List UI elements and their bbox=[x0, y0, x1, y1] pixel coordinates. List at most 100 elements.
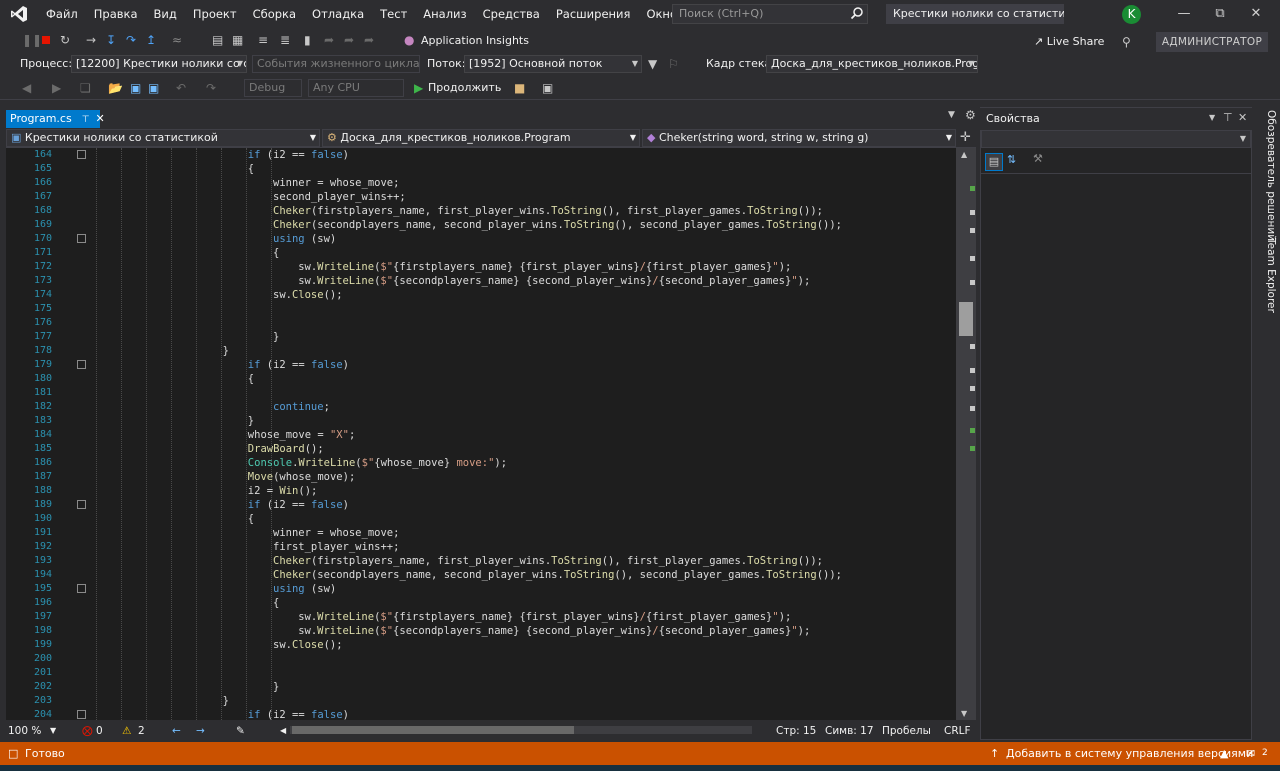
prev-bookmark-icon[interactable]: ➦ bbox=[324, 28, 334, 52]
close-icon[interactable]: ✕ bbox=[1238, 111, 1247, 124]
tab-list-chevron-icon[interactable]: ▼ bbox=[948, 110, 955, 120]
step-into-icon[interactable]: ↧ bbox=[106, 28, 116, 52]
show-next-statement-icon[interactable]: → bbox=[86, 28, 96, 52]
pin-icon[interactable]: ⊤ bbox=[1223, 111, 1233, 124]
collapse-region-icon[interactable] bbox=[77, 234, 86, 243]
next-bookmark-icon[interactable]: ➦ bbox=[344, 28, 354, 52]
scroll-left-icon[interactable]: ◀ bbox=[280, 720, 286, 742]
source-control-button[interactable]: Добавить в систему управления версиями bbox=[1006, 742, 1253, 765]
new-project-icon[interactable]: ❏ bbox=[80, 76, 91, 100]
account-avatar[interactable]: K bbox=[1122, 5, 1141, 24]
code-line[interactable]: using (sw) bbox=[273, 582, 336, 596]
stop-icon[interactable] bbox=[42, 36, 50, 44]
code-line[interactable]: first_player_wins++; bbox=[273, 540, 399, 554]
zoom-level[interactable]: 100 % bbox=[8, 720, 41, 742]
whitespace-indicator[interactable]: Пробелы bbox=[882, 720, 931, 742]
visual-studio-logo-icon[interactable] bbox=[0, 0, 38, 28]
warning-icon[interactable]: ⚠ bbox=[122, 720, 131, 742]
line-indicator[interactable]: Стр: 15 bbox=[776, 720, 816, 742]
close-button[interactable]: ✕ bbox=[1238, 0, 1274, 28]
next-issue-icon[interactable]: → bbox=[196, 720, 205, 742]
code-line[interactable]: DrawBoard(); bbox=[248, 442, 324, 456]
code-line[interactable]: sw.WriteLine($"{firstplayers_name} {firs… bbox=[298, 610, 791, 624]
properties-object-combo[interactable]: ▼ bbox=[981, 130, 1251, 148]
code-line[interactable]: sw.WriteLine($"{firstplayers_name} {firs… bbox=[298, 260, 791, 274]
chevron-down-icon[interactable]: ▼ bbox=[50, 720, 56, 742]
code-line[interactable]: } bbox=[248, 414, 254, 428]
code-line[interactable]: sw.Close(); bbox=[273, 288, 343, 302]
code-line[interactable]: i2 = Win(); bbox=[248, 484, 318, 498]
outdent-icon[interactable]: ≣ bbox=[280, 28, 290, 52]
collapse-region-icon[interactable] bbox=[77, 360, 86, 369]
menu-item-9[interactable]: Расширения bbox=[548, 0, 639, 28]
restore-button[interactable]: ⧉ bbox=[1202, 0, 1238, 28]
screenshot-icon[interactable]: ▣ bbox=[542, 76, 553, 100]
code-line[interactable]: { bbox=[248, 372, 254, 386]
redo-icon[interactable]: ↷ bbox=[206, 76, 216, 100]
menu-item-6[interactable]: Тест bbox=[372, 0, 415, 28]
up-arrow-icon[interactable]: ↑ bbox=[990, 742, 999, 765]
scroll-down-icon[interactable]: ▼ bbox=[961, 709, 967, 718]
code-line[interactable]: } bbox=[273, 330, 279, 344]
open-folder-icon[interactable]: 📂 bbox=[108, 76, 123, 100]
window-position-chevron-icon[interactable]: ▼ bbox=[1209, 113, 1215, 122]
pause-icon[interactable]: ❚❚ bbox=[22, 28, 42, 52]
chevron-up-icon[interactable]: ▲ bbox=[1220, 742, 1228, 765]
search-input[interactable]: Поиск (Ctrl+Q) bbox=[672, 4, 868, 24]
live-share-button[interactable]: ↗ Live Share bbox=[1034, 32, 1104, 52]
clear-bookmarks-icon[interactable]: ➦ bbox=[364, 28, 374, 52]
column-indicator[interactable]: Симв: 17 bbox=[825, 720, 874, 742]
line-ending-indicator[interactable]: CRLF bbox=[944, 720, 971, 742]
lifecycle-events-combo[interactable]: События жизненного цикла bbox=[252, 55, 420, 73]
admin-badge[interactable]: АДМИНИСТРАТОР bbox=[1156, 32, 1268, 52]
code-line[interactable]: { bbox=[248, 512, 254, 526]
code-line[interactable]: if (i2 == false) bbox=[248, 358, 349, 372]
gear-icon[interactable]: ⚙ bbox=[965, 108, 976, 122]
code-line[interactable]: Cheker(firstplayers_name, first_player_w… bbox=[273, 554, 823, 568]
undo-icon[interactable]: ↶ bbox=[176, 76, 186, 100]
warning-count[interactable]: 2 bbox=[138, 720, 145, 742]
code-line[interactable]: whose_move = "X"; bbox=[248, 428, 355, 442]
filter-icon[interactable]: ▼ bbox=[648, 52, 657, 76]
platform-combo[interactable]: Any CPU bbox=[308, 79, 404, 97]
code-line[interactable]: Move(whose_move); bbox=[248, 470, 355, 484]
pin-icon[interactable]: ⊤ bbox=[82, 115, 90, 125]
configuration-combo[interactable]: Debug bbox=[244, 79, 302, 97]
indent-icon[interactable]: ≡ bbox=[258, 28, 268, 52]
stack-frame-combo[interactable]: Доска_для_крестиков_ноликов.Program▼ bbox=[766, 55, 978, 73]
threads-icon[interactable]: ▦ bbox=[232, 28, 243, 52]
navigate-forward-icon[interactable]: ▶ bbox=[52, 76, 61, 100]
search-icon[interactable] bbox=[850, 6, 864, 20]
type-nav-combo[interactable]: ⚙ Доска_для_крестиков_ноликов.Program ▼ bbox=[322, 129, 640, 147]
previous-issue-icon[interactable]: ← bbox=[172, 720, 181, 742]
bookmark-icon[interactable]: ▮ bbox=[304, 28, 311, 52]
close-tab-icon[interactable]: ✕ bbox=[96, 112, 105, 125]
error-count[interactable]: 0 bbox=[96, 720, 103, 742]
code-cleanup-icon[interactable]: ✎ bbox=[236, 720, 245, 742]
continue-icon[interactable]: ▶ bbox=[414, 76, 423, 100]
collapse-region-icon[interactable] bbox=[77, 500, 86, 509]
hot-reload-fire-icon[interactable]: ■ bbox=[514, 76, 525, 100]
horizontal-scroll-thumb[interactable] bbox=[292, 726, 574, 734]
hex-display-icon[interactable]: ▤ bbox=[212, 28, 223, 52]
continue-button[interactable]: Продолжить bbox=[428, 77, 501, 99]
code-line[interactable]: winner = whose_move; bbox=[273, 526, 399, 540]
hot-reload-icon[interactable]: ≈ bbox=[172, 28, 182, 52]
step-over-icon[interactable]: ↷ bbox=[126, 28, 136, 52]
code-line[interactable]: winner = whose_move; bbox=[273, 176, 399, 190]
alphabetical-icon[interactable]: ⇅ bbox=[1007, 153, 1016, 166]
notifications-icon[interactable]: ✉ bbox=[1246, 742, 1255, 765]
code-line[interactable]: second_player_wins++; bbox=[273, 190, 406, 204]
code-line[interactable]: if (i2 == false) bbox=[248, 148, 349, 162]
navigate-back-icon[interactable]: ◀ bbox=[22, 76, 31, 100]
menu-item-5[interactable]: Отладка bbox=[304, 0, 372, 28]
code-line[interactable]: using (sw) bbox=[273, 232, 336, 246]
code-line[interactable]: if (i2 == false) bbox=[248, 498, 349, 512]
categorized-icon[interactable]: ▤ bbox=[985, 153, 1003, 171]
code-line[interactable]: Cheker(secondplayers_name, second_player… bbox=[273, 568, 842, 582]
save-icon[interactable]: ▣ bbox=[130, 76, 141, 100]
thread-combo[interactable]: [1952] Основной поток ▼ bbox=[464, 55, 642, 73]
collapse-region-icon[interactable] bbox=[77, 150, 86, 159]
app-insights-button[interactable]: Application Insights bbox=[421, 30, 529, 52]
code-line[interactable]: sw.Close(); bbox=[273, 638, 343, 652]
